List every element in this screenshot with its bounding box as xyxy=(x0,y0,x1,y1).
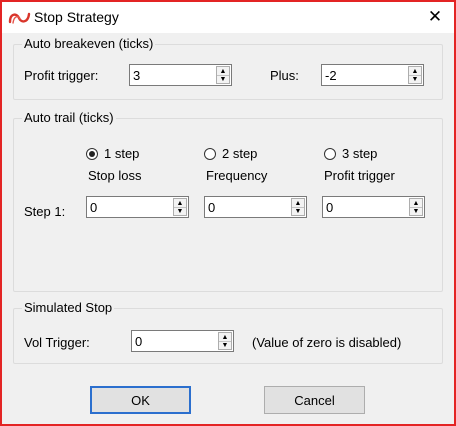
stop-strategy-dialog: Stop Strategy ✕ Auto breakeven (ticks) P… xyxy=(0,0,456,426)
cancel-button[interactable]: Cancel xyxy=(264,386,365,414)
radio-3-step-label: 3 step xyxy=(342,146,378,161)
app-logo-icon xyxy=(8,12,31,24)
stop-loss-value[interactable]: 0 xyxy=(90,200,97,215)
close-icon: ✕ xyxy=(427,7,443,26)
profit-trigger-step-value[interactable]: 0 xyxy=(326,200,333,215)
spin-down-icon[interactable]: ▼ xyxy=(409,75,421,83)
vol-trigger-stepper[interactable]: 0 ▲ ▼ xyxy=(131,330,234,352)
simulated-stop-legend: Simulated Stop xyxy=(22,300,115,315)
breakeven-legend: Auto breakeven (ticks) xyxy=(22,36,156,51)
frequency-value[interactable]: 0 xyxy=(208,200,215,215)
plus-stepper[interactable]: -2 ▲ ▼ xyxy=(321,64,424,86)
vol-trigger-label: Vol Trigger: xyxy=(24,335,90,350)
stop-loss-stepper[interactable]: 0 ▲ ▼ xyxy=(86,196,189,218)
vol-trigger-value[interactable]: 0 xyxy=(135,334,142,349)
auto-trail-legend: Auto trail (ticks) xyxy=(22,110,116,125)
spin-down-icon[interactable]: ▼ xyxy=(219,341,231,349)
spin-down-icon[interactable]: ▼ xyxy=(217,75,229,83)
spin-down-icon[interactable]: ▼ xyxy=(174,207,186,215)
column-frequency: Frequency xyxy=(206,168,268,183)
radio-2-step[interactable]: 2 step xyxy=(204,146,257,161)
close-button[interactable]: ✕ xyxy=(420,4,450,30)
radio-3-step[interactable]: 3 step xyxy=(324,146,377,161)
radio-1-step[interactable]: 1 step xyxy=(86,146,139,161)
profit-trigger-value[interactable]: 3 xyxy=(133,68,140,83)
radio-2-step-label: 2 step xyxy=(222,146,258,161)
radio-3-step-circle[interactable] xyxy=(324,147,336,160)
column-stop-loss: Stop loss xyxy=(88,168,142,183)
frequency-stepper[interactable]: 0 ▲ ▼ xyxy=(204,196,307,218)
spin-down-icon[interactable]: ▼ xyxy=(292,207,304,215)
radio-1-step-circle[interactable] xyxy=(86,147,98,160)
radio-selected-dot xyxy=(89,150,95,157)
spin-down-icon[interactable]: ▼ xyxy=(410,207,422,215)
radio-2-step-circle[interactable] xyxy=(204,147,216,160)
profit-trigger-label: Profit trigger: xyxy=(24,68,99,83)
window-title: Stop Strategy xyxy=(34,9,119,25)
plus-label: Plus: xyxy=(270,68,299,83)
radio-1-step-label: 1 step xyxy=(104,146,140,161)
vol-trigger-note: (Value of zero is disabled) xyxy=(252,335,402,350)
profit-trigger-stepper[interactable]: 3 ▲ ▼ xyxy=(129,64,232,86)
title-bar: Stop Strategy ✕ xyxy=(2,2,454,33)
profit-trigger-step-stepper[interactable]: 0 ▲ ▼ xyxy=(322,196,425,218)
ok-button[interactable]: OK xyxy=(90,386,191,414)
column-profit-trigger: Profit trigger xyxy=(324,168,395,183)
plus-value[interactable]: -2 xyxy=(325,68,337,83)
step-1-label: Step 1: xyxy=(24,204,66,219)
